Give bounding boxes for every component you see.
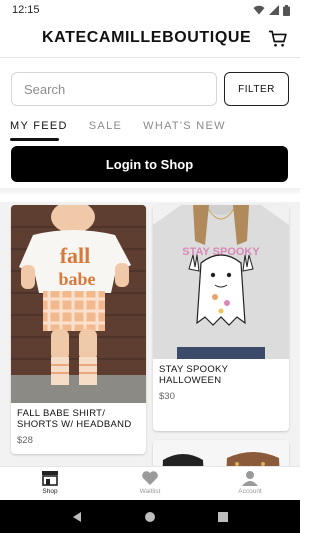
nav-label-account: Account xyxy=(238,488,262,495)
heart-icon xyxy=(142,471,158,485)
bottom-nav: Shop Waitlist Account xyxy=(0,466,300,500)
shirt-graphic-text: fall xyxy=(60,243,91,268)
status-icons xyxy=(253,4,290,16)
status-time: 12:15 xyxy=(12,4,40,16)
status-bar: 12:15 xyxy=(0,0,300,20)
product-price: $30 xyxy=(159,391,175,402)
search-row: FILTER xyxy=(11,72,289,106)
tab-sale[interactable]: SALE xyxy=(89,120,122,141)
product-price: $28 xyxy=(17,435,33,446)
tab-my-feed[interactable]: MY FEED xyxy=(10,120,68,141)
back-icon[interactable] xyxy=(71,511,83,523)
product-feed: fall babe FALL BABE SHIRT/ SHORTS W/ HEA… xyxy=(0,202,300,466)
product-photo-partial xyxy=(153,440,289,466)
battery-icon xyxy=(283,4,290,16)
product-card[interactable]: STAY SPOOKY STAY SPOOKY HALLOWEEN $30 xyxy=(153,205,289,431)
product-card[interactable] xyxy=(153,440,289,466)
section-divider xyxy=(0,188,300,194)
login-to-shop-button[interactable]: Login to Shop xyxy=(11,146,288,182)
recents-icon[interactable] xyxy=(217,511,229,523)
nav-label-shop: Shop xyxy=(42,488,58,495)
system-nav-bar xyxy=(0,500,300,533)
product-title: STAY SPOOKY HALLOWEEN xyxy=(159,364,229,386)
product-card[interactable]: fall babe FALL BABE SHIRT/ SHORTS W/ HEA… xyxy=(11,205,146,454)
store-icon xyxy=(42,471,58,486)
person-icon xyxy=(242,471,258,486)
signal-icon xyxy=(269,5,279,15)
nav-item-shop[interactable]: Shop xyxy=(0,467,100,500)
product-image[interactable]: STAY SPOOKY xyxy=(153,205,289,359)
product-title: FALL BABE SHIRT/ SHORTS W/ HEADBAND xyxy=(17,408,132,430)
nav-item-waitlist[interactable]: Waitlist xyxy=(100,467,200,500)
product-image[interactable]: fall babe xyxy=(11,205,146,403)
product-photo-stay-spooky: STAY SPOOKY xyxy=(153,205,289,359)
tab-whats-new[interactable]: WHAT'S NEW xyxy=(143,120,226,141)
feed-tabs: MY FEED SALE WHAT'S NEW xyxy=(10,120,226,141)
svg-text:babe: babe xyxy=(58,269,95,289)
product-image[interactable] xyxy=(153,440,289,466)
home-icon[interactable] xyxy=(144,511,156,523)
product-photo-fall-babe: fall babe xyxy=(11,205,146,403)
wifi-icon xyxy=(253,5,265,15)
nav-label-waitlist: Waitlist xyxy=(139,488,161,495)
brand-title: KATECAMILLEBOUTIQUE xyxy=(42,29,252,46)
filter-button[interactable]: FILTER xyxy=(224,72,289,106)
app-header: KATECAMILLEBOUTIQUE xyxy=(0,20,300,58)
nav-item-account[interactable]: Account xyxy=(200,467,300,500)
cart-icon[interactable] xyxy=(268,29,288,49)
search-input[interactable] xyxy=(11,72,217,106)
